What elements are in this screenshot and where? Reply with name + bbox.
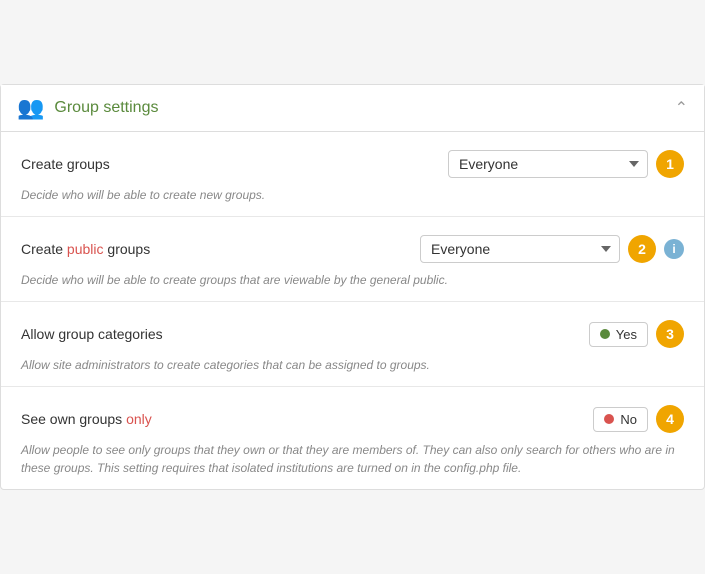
select-create-public-groups[interactable]: EveryoneAdmins onlyNo one	[420, 235, 620, 263]
setting-description-see-own-groups-only: Allow people to see only groups that the…	[21, 441, 684, 477]
toggle-label: Yes	[616, 327, 637, 342]
setting-main-create-groups: Create groupsEveryoneAdmins onlyNo one 1	[21, 150, 684, 178]
group-settings-panel: 👥 Group settings ⌃ Create groupsEveryone…	[0, 84, 705, 490]
panel-title: Group settings	[54, 99, 158, 117]
toggle-dot-green	[600, 329, 610, 339]
badge-1: 1	[656, 150, 684, 178]
setting-row-see-own-groups-only: See own groups only No 4 Allow people to se…	[1, 387, 704, 489]
badge-4: 4	[656, 405, 684, 433]
setting-main-see-own-groups-only: See own groups only No 4	[21, 405, 684, 433]
setting-row-allow-group-categories: Allow group categories Yes 3 Allow site adm…	[1, 302, 704, 387]
setting-description-create-public-groups: Decide who will be able to create groups…	[21, 271, 684, 289]
settings-content: Create groupsEveryoneAdmins onlyNo one1D…	[1, 132, 704, 489]
setting-row-create-public-groups: Create public groupsEveryoneAdmins onlyN…	[1, 217, 704, 302]
toggle-label: No	[620, 412, 637, 427]
setting-control-allow-group-categories: Yes 3	[589, 320, 684, 348]
setting-control-see-own-groups-only: No 4	[593, 405, 684, 433]
setting-label-allow-group-categories: Allow group categories	[21, 326, 589, 342]
groups-icon: 👥	[17, 95, 44, 121]
panel-header: 👥 Group settings ⌃	[1, 85, 704, 132]
collapse-icon[interactable]: ⌃	[675, 98, 688, 118]
toggle-allow-group-categories[interactable]: Yes	[589, 322, 648, 347]
setting-description-create-groups: Decide who will be able to create new gr…	[21, 186, 684, 204]
toggle-dot-red	[604, 414, 614, 424]
setting-control-create-groups: EveryoneAdmins onlyNo one 1	[448, 150, 684, 178]
setting-main-allow-group-categories: Allow group categories Yes 3	[21, 320, 684, 348]
setting-row-create-groups: Create groupsEveryoneAdmins onlyNo one 1 D…	[1, 132, 704, 217]
toggle-see-own-groups-only[interactable]: No	[593, 407, 648, 432]
badge-3: 3	[656, 320, 684, 348]
setting-description-allow-group-categories: Allow site administrators to create cate…	[21, 356, 684, 374]
badge-2: 2	[628, 235, 656, 263]
setting-main-create-public-groups: Create public groupsEveryoneAdmins onlyN…	[21, 235, 684, 263]
select-create-groups[interactable]: EveryoneAdmins onlyNo one	[448, 150, 648, 178]
setting-label-create-groups: Create groups	[21, 156, 448, 172]
setting-label-see-own-groups-only: See own groups only	[21, 411, 593, 427]
setting-label-create-public-groups: Create public groups	[21, 241, 420, 257]
setting-control-create-public-groups: EveryoneAdmins onlyNo one 2i	[420, 235, 684, 263]
header-left: 👥 Group settings	[17, 95, 158, 121]
info-icon[interactable]: i	[664, 239, 684, 259]
